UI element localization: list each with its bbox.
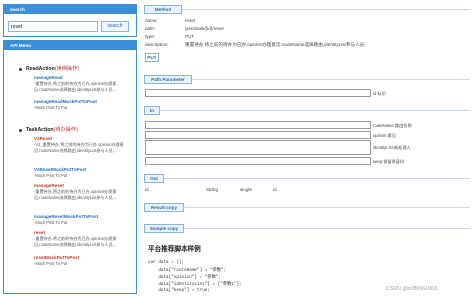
list-item: V2Reset -V2_重置待办,将之前的待办为已办,opinion办理意见,r… <box>34 136 134 153</box>
method-header[interactable]: Method <box>144 5 182 14</box>
routename-label: routeName:路由名称 <box>373 123 412 128</box>
list-item: manageRead -重置待办,将之前的待办为已办,opinion办理意见,r… <box>34 75 134 92</box>
menu-desc: -Mock Post To Put <box>34 261 68 266</box>
field-value: jaxrs/task/{id}/reset <box>185 26 224 31</box>
divider <box>164 178 470 179</box>
field-key: description: <box>145 42 169 47</box>
out-cell-desc: id <box>273 187 277 192</box>
menu-group-readaction[interactable]: ReadAction(读档操作) <box>26 65 79 72</box>
group-name: TaskAction <box>26 127 54 133</box>
menu-desc: -重置待办,将之前的待办为已办,opinion办理意见,routeName选择路… <box>34 236 118 247</box>
list-item: resetMockPutToPost -Mock Post To Put <box>34 255 134 267</box>
search-panel-title: search <box>4 5 136 14</box>
out-header[interactable]: Out <box>144 174 164 183</box>
divider <box>184 207 470 208</box>
field-key: name: <box>145 18 158 23</box>
code-line: data["identityList"] = ["参数1"]; <box>148 282 242 287</box>
api-menu-title: API Menu <box>4 41 136 50</box>
menu-desc: -重置待办,将之前的待办为已办,opinion办理意见,routeName选择路… <box>34 81 118 92</box>
code-line: data["routeName"] = "参数"; <box>148 268 227 273</box>
path-parameter-header[interactable]: Path Parameter <box>144 75 192 84</box>
divider <box>182 9 470 10</box>
menu-desc: -Mock Post To Put <box>34 220 68 225</box>
api-menu-panel: API Menu ReadAction(读档操作) manageRead -重置… <box>3 40 137 294</box>
opinion-label: opinion:意见 <box>373 133 397 138</box>
field-value: reset <box>185 18 196 23</box>
keep-field[interactable] <box>145 157 371 165</box>
out-cell-name: id <box>145 187 149 192</box>
list-item: manageResetMockPutToPost -Mock Post To P… <box>34 214 134 226</box>
field-value: PUT <box>185 34 195 39</box>
put-button[interactable]: PUT <box>145 53 159 62</box>
code-line: data["keep"] = true; <box>148 288 210 293</box>
watermark: CSDN @x086961063 <box>386 286 438 292</box>
divider <box>160 110 470 111</box>
group-subtitle: (读档操作) <box>54 66 80 72</box>
menu-group-taskaction[interactable]: TaskAction(待办操作) <box>26 126 78 133</box>
identitylist-label: identityList:新处理人 <box>373 145 411 150</box>
field-key: path: <box>145 26 156 31</box>
search-input[interactable] <box>8 21 98 32</box>
opinion-field[interactable] <box>145 131 371 139</box>
field-value: 重置待办,将之前的待办为已办,opinion办理意见,routeName选择路由… <box>185 42 366 47</box>
code-line: var data = {}; <box>148 260 185 265</box>
bullet-icon <box>19 68 22 71</box>
in-header[interactable]: In <box>144 106 160 115</box>
list-item: V2ResetMockPutToPost -Mock Post To Put <box>34 167 134 179</box>
menu-desc: -Mock Post To Put <box>34 105 68 110</box>
bullet-icon <box>19 129 22 132</box>
field-key: type: <box>145 34 155 39</box>
menu-desc: -V2_重置待办,将之前的待办为已办,opinion办理意见,routeName… <box>34 142 124 153</box>
divider <box>192 79 470 80</box>
divider <box>184 228 470 229</box>
menu-desc: -Mock Post To Put <box>34 173 68 178</box>
routename-field[interactable] <box>145 121 371 129</box>
list-item: manageReset -重置待办,将之前的待办为已办,opinion办理意见,… <box>34 183 134 200</box>
out-cell-type: String <box>206 187 219 192</box>
id-label: id:标识 <box>373 91 386 96</box>
search-button[interactable]: search <box>101 21 129 32</box>
list-item: manageReadMockPutToPost -Mock Post To Pu… <box>34 99 134 111</box>
result-copy-header[interactable]: Result copy <box>144 203 184 212</box>
identitylist-field[interactable] <box>145 140 371 155</box>
code-line: data["opinion"] = "参数"; <box>148 275 222 280</box>
menu-desc: -重置待办,将之前的待办为已办,opinion办理意见,routeName选择路… <box>34 189 118 200</box>
group-subtitle: (待办操作) <box>53 127 78 133</box>
list-item: reset -重置待办,将之前的待办为已办,opinion办理意见,routeN… <box>34 230 134 247</box>
search-panel: search search <box>3 4 137 37</box>
group-name: ReadAction <box>26 66 55 72</box>
keep-label: keep:保留原身份 <box>373 159 405 164</box>
sample-copy-header[interactable]: Sample copy <box>144 224 184 233</box>
out-cell-mode: single <box>240 187 253 192</box>
id-field[interactable] <box>145 89 371 97</box>
sample-title: 平台推荐脚本样例 <box>148 246 201 253</box>
